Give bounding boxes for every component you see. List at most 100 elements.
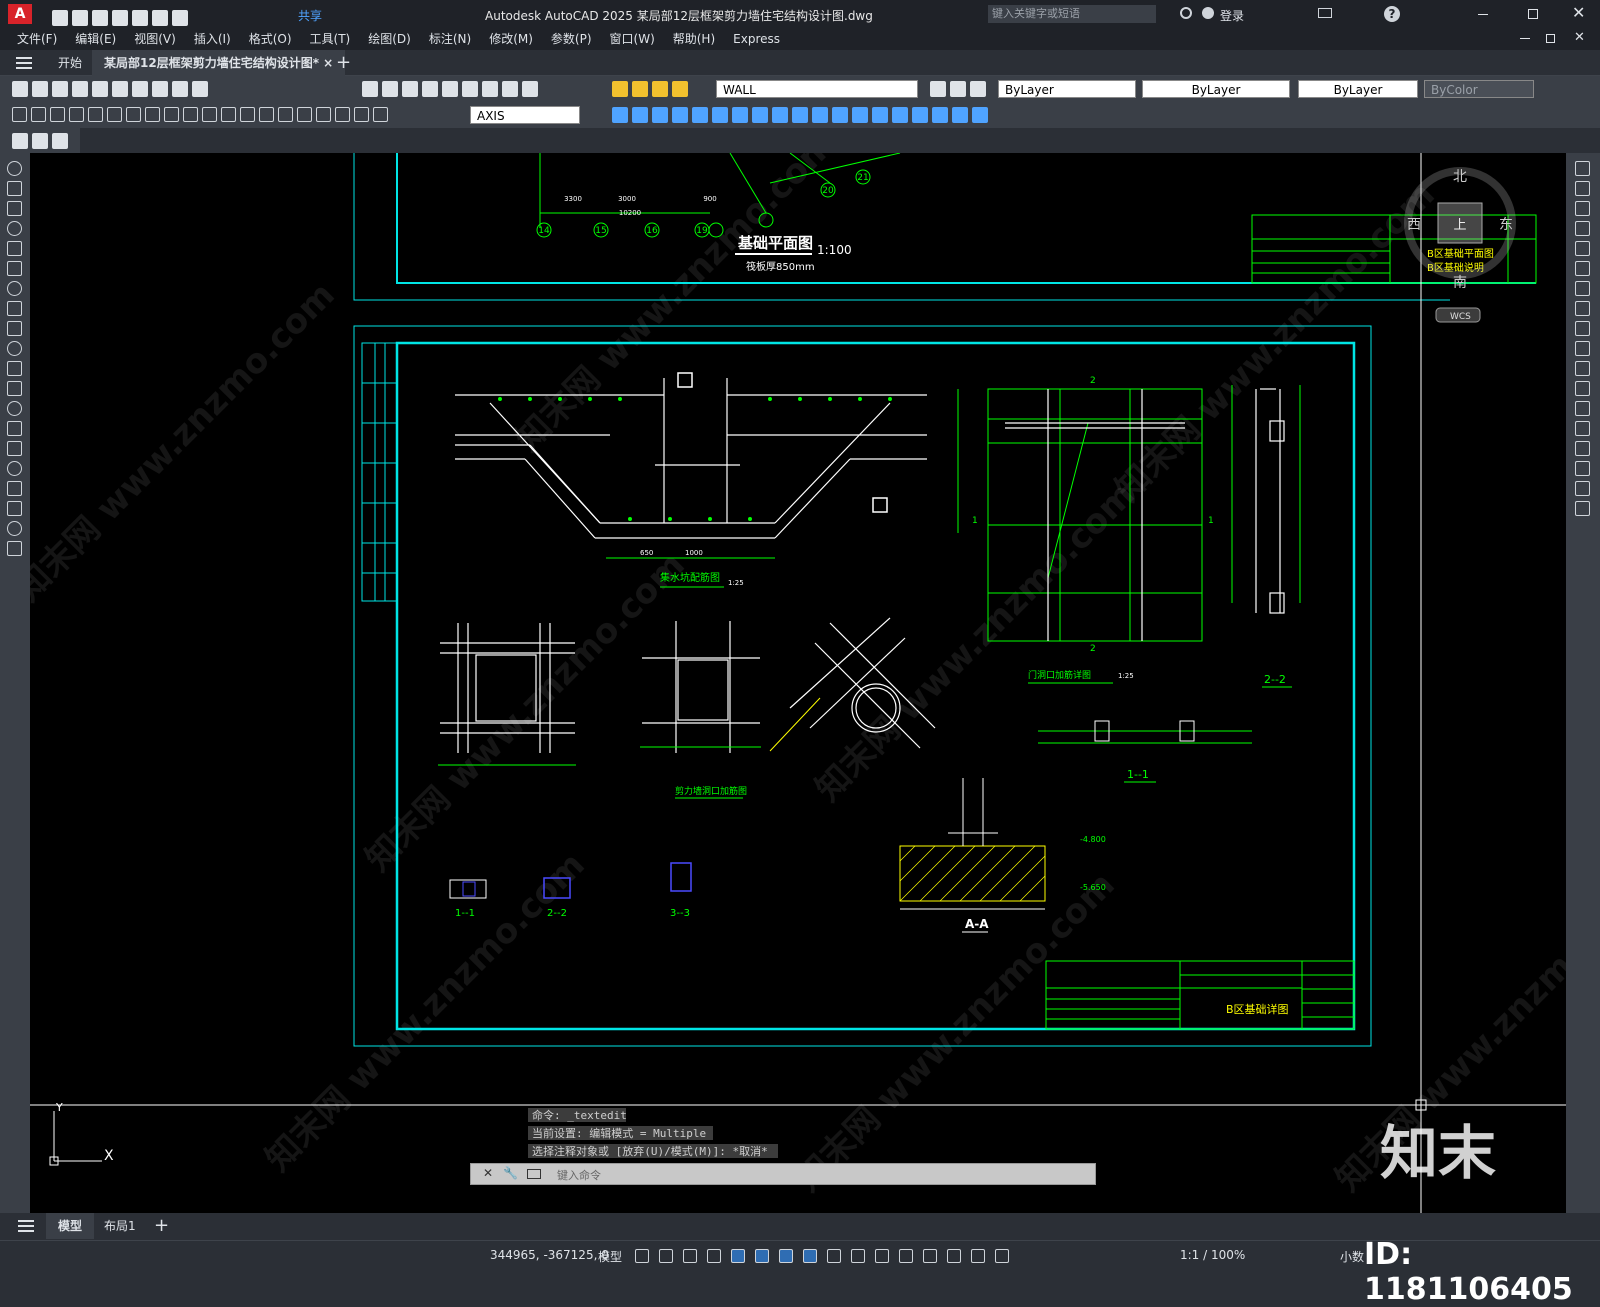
menu-item[interactable]: 格式(O) xyxy=(249,28,292,50)
view-bottom-icon[interactable] xyxy=(892,107,908,123)
polygon-icon[interactable] xyxy=(7,221,22,236)
drawing-canvas[interactable]: 知末网 www.znzmo.com 知末网 www.znzmo.com 知末网 … xyxy=(30,153,1566,1213)
zoom-realtime-icon[interactable] xyxy=(382,81,398,97)
coordinates-readout[interactable]: 344965, -367125, 0 xyxy=(490,1248,609,1262)
extend-icon[interactable] xyxy=(1575,361,1590,376)
ucs-face-icon[interactable] xyxy=(672,107,688,123)
open-icon[interactable] xyxy=(32,81,48,97)
help-icon[interactable]: ? xyxy=(1384,6,1400,22)
ellipse-arc-icon[interactable] xyxy=(7,361,22,376)
menu-item[interactable]: 编辑(E) xyxy=(75,28,116,50)
table-icon[interactable] xyxy=(7,501,22,516)
rotate-icon[interactable] xyxy=(1575,281,1590,296)
menu-item[interactable]: 插入(I) xyxy=(194,28,231,50)
command-close-icon[interactable]: ✕ xyxy=(483,1166,493,1180)
ucs-world-icon[interactable] xyxy=(632,107,648,123)
ortho-icon[interactable] xyxy=(731,1249,745,1263)
line-icon[interactable] xyxy=(7,161,22,176)
stretch-icon[interactable] xyxy=(1575,321,1590,336)
close-icon[interactable]: ✕ xyxy=(1572,3,1585,22)
workspace-icon[interactable] xyxy=(12,133,28,149)
user-icon[interactable] xyxy=(1202,7,1214,19)
tab-model[interactable]: 模型 xyxy=(46,1213,95,1239)
properties-icon[interactable] xyxy=(442,81,458,97)
quick-dim-icon[interactable] xyxy=(164,107,179,122)
dynamic-input-icon[interactable] xyxy=(947,1249,961,1263)
dim-jogged-icon[interactable] xyxy=(107,107,122,122)
chamfer-icon[interactable] xyxy=(1575,441,1590,456)
dim-break-icon[interactable] xyxy=(240,107,255,122)
ucs-y-icon[interactable] xyxy=(812,107,828,123)
ucs-prev-icon[interactable] xyxy=(652,107,668,123)
plot-icon[interactable] xyxy=(132,10,148,26)
gradient-icon[interactable] xyxy=(7,461,22,476)
infer-icon[interactable] xyxy=(683,1249,697,1263)
help-icon[interactable] xyxy=(522,81,538,97)
search-icon[interactable] xyxy=(1180,7,1192,19)
matchprop-icon[interactable] xyxy=(192,81,208,97)
menu-item[interactable]: 修改(M) xyxy=(489,28,533,50)
model-space-button[interactable]: 模型 xyxy=(598,1248,622,1265)
viewcube[interactable]: 上 北 南 东 西 WCS xyxy=(1404,167,1516,323)
ucs-apply-icon[interactable] xyxy=(852,107,868,123)
dim-edit-icon[interactable] xyxy=(335,107,350,122)
layer-prev-icon[interactable] xyxy=(930,81,946,97)
hatch-icon[interactable] xyxy=(7,441,22,456)
tab-active-drawing[interactable]: 某局部12层框架剪力墙住宅结构设计图* × xyxy=(92,50,346,76)
jogged-linear-icon[interactable] xyxy=(316,107,331,122)
center-mark-icon[interactable] xyxy=(278,107,293,122)
auto-scale-icon[interactable] xyxy=(995,1249,1009,1263)
dim-ordinate-icon[interactable] xyxy=(69,107,84,122)
grid-icon[interactable] xyxy=(635,1249,649,1263)
dim-space-icon[interactable] xyxy=(221,107,236,122)
ucs-object-icon[interactable] xyxy=(692,107,708,123)
dim-angular-icon[interactable] xyxy=(145,107,160,122)
lineweight-icon[interactable] xyxy=(851,1249,865,1263)
spline-icon[interactable] xyxy=(7,321,22,336)
minimize-icon[interactable] xyxy=(1478,14,1488,15)
view-left-icon[interactable] xyxy=(912,107,928,123)
annotation-visibility-icon[interactable] xyxy=(971,1249,985,1263)
dimstyle-dropdown[interactable]: AXIS xyxy=(470,106,580,124)
doc-minimize-icon[interactable] xyxy=(1520,38,1530,39)
print-icon[interactable] xyxy=(72,81,88,97)
erase-icon[interactable] xyxy=(1575,161,1590,176)
dynucs-icon[interactable] xyxy=(707,1249,721,1263)
menu-item[interactable]: 文件(F) xyxy=(17,28,57,50)
new-icon[interactable] xyxy=(52,10,68,26)
command-recent-icon[interactable] xyxy=(527,1169,541,1179)
cloud-icon[interactable] xyxy=(7,301,22,316)
new-tab-button[interactable]: + xyxy=(336,52,351,73)
view-top-icon[interactable] xyxy=(872,107,888,123)
selection-cycling-icon[interactable] xyxy=(899,1249,913,1263)
dim-baseline-icon[interactable] xyxy=(183,107,198,122)
drawing-svg[interactable]: 知末网 www.znzmo.com 知末网 www.znzmo.com 知末网 … xyxy=(30,153,1566,1213)
layer-state-icon[interactable] xyxy=(950,81,966,97)
break-point-icon[interactable] xyxy=(1575,381,1590,396)
paste-icon[interactable] xyxy=(172,81,188,97)
ucs-z-icon[interactable] xyxy=(832,107,848,123)
bulb-icon[interactable] xyxy=(632,81,648,97)
dim-diameter-icon[interactable] xyxy=(126,107,141,122)
menu-item[interactable]: 工具(T) xyxy=(310,28,351,50)
layer-match-icon[interactable] xyxy=(970,81,986,97)
zoom-window-icon[interactable] xyxy=(402,81,418,97)
trim-icon[interactable] xyxy=(1575,341,1590,356)
calculator-icon[interactable] xyxy=(502,81,518,97)
search-input[interactable]: 键入关键字或短语 xyxy=(988,5,1156,23)
preview-icon[interactable] xyxy=(92,81,108,97)
menu-item[interactable]: 参数(P) xyxy=(551,28,592,50)
menu-item[interactable]: 视图(V) xyxy=(134,28,176,50)
maximize-icon[interactable] xyxy=(1528,9,1538,19)
mtext-icon[interactable] xyxy=(7,521,22,536)
copy-icon[interactable] xyxy=(152,81,168,97)
tab-start[interactable]: 开始 xyxy=(46,50,94,76)
array-icon[interactable] xyxy=(1575,241,1590,256)
pan-icon[interactable] xyxy=(362,81,378,97)
qnew-icon[interactable] xyxy=(12,81,28,97)
osnap-track-icon[interactable] xyxy=(803,1249,817,1263)
add-selected-icon[interactable] xyxy=(7,541,22,556)
dim-radius-icon[interactable] xyxy=(88,107,103,122)
ucs-x-icon[interactable] xyxy=(792,107,808,123)
polyline-icon[interactable] xyxy=(7,181,22,196)
